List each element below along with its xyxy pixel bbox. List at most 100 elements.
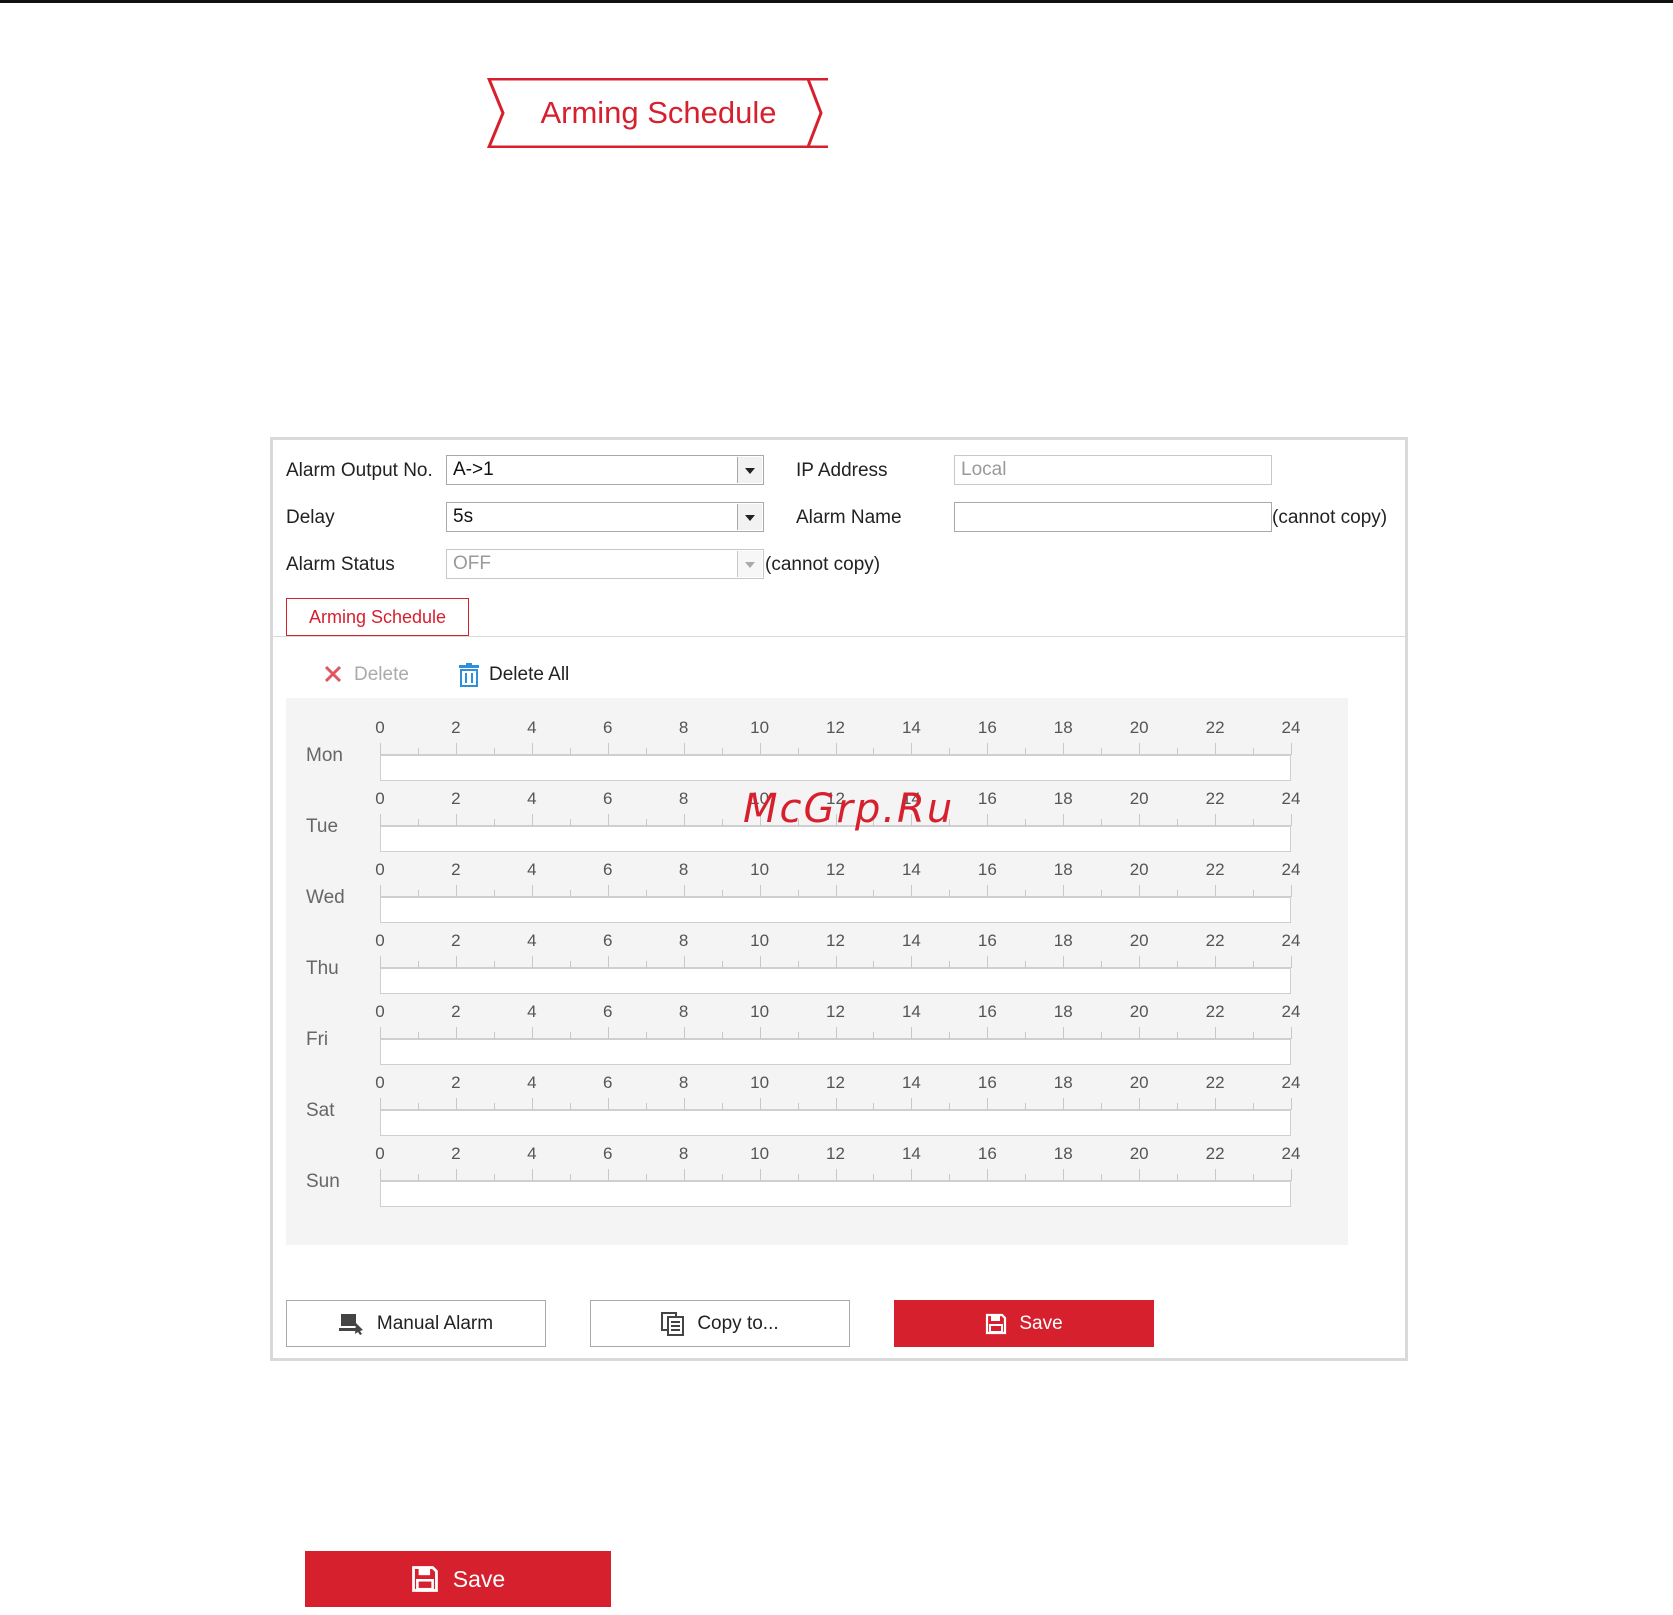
hour-tick-label: 24 [1281,789,1301,808]
hour-tick-label: 20 [1129,860,1149,879]
hour-tick-label: 2 [451,1002,461,1021]
day-label: Fri [306,1029,329,1050]
alarm-name-label: Alarm Name [796,507,902,528]
hour-tick-label: 4 [527,931,537,950]
hour-tick [759,1027,761,1039]
alarm-output-no-select[interactable]: A->1 [446,455,764,485]
copy-to-button[interactable]: Copy to... [590,1300,850,1347]
hour-tick-label: 8 [678,1002,689,1021]
hour-tick-label: 10 [750,1002,770,1021]
hour-tick-label: 4 [527,1073,537,1092]
hour-tick [1139,814,1141,826]
hour-tick [835,1027,837,1039]
hour-tick-label: 14 [901,931,921,950]
hour-tick [493,1103,495,1110]
hour-tick [1139,1098,1141,1110]
bottom-save-button[interactable]: Save [305,1551,611,1607]
hour-tick-label: 8 [678,1073,689,1092]
hour-tick-label: 6 [603,718,613,737]
hour-tick-label: 24 [1281,1002,1301,1021]
hour-tick [1253,890,1255,897]
hour-tick [1025,819,1027,826]
hour-tick-label: 18 [1053,1144,1073,1163]
alarm-name-field[interactable] [954,502,1272,532]
hour-tick [1063,1098,1065,1110]
hour-tick [569,819,571,826]
hour-tick [797,961,799,968]
hour-tick [797,890,799,897]
hour-tick-label: 22 [1205,1002,1225,1021]
save-button[interactable]: Save [894,1300,1154,1347]
hour-tick [1101,1174,1103,1181]
hour-tick [721,819,723,826]
alarm-output-no-value: A->1 [453,459,494,480]
hour-tick [1215,743,1217,755]
hour-tick-label: 24 [1281,860,1301,879]
day-time-bar[interactable] [380,897,1291,923]
hour-tick [1025,748,1027,755]
time-ruler [380,885,1292,933]
manual-alarm-button[interactable]: Manual Alarm [286,1300,546,1347]
banner-title: Arming Schedule [540,95,777,130]
hour-tick-label: 0 [375,1002,385,1021]
close-icon [324,665,342,683]
delete-button[interactable]: Delete [322,662,422,688]
hour-tick [569,1174,571,1181]
day-time-bar[interactable] [380,968,1291,994]
hour-tick [797,1174,799,1181]
hour-tick [987,956,989,968]
day-time-bar[interactable] [380,1039,1291,1065]
hour-tick [1025,1103,1027,1110]
tab-arming-schedule[interactable]: Arming Schedule [286,598,469,636]
copy-icon [661,1311,685,1336]
day-label: Sun [306,1171,340,1192]
hour-tick [569,1032,571,1039]
manual-alarm-label: Manual Alarm [376,1312,494,1334]
hour-tick-label: 14 [901,1002,921,1021]
hour-tick [949,961,951,968]
hour-tick-label: 2 [451,718,461,737]
hour-tick [417,748,419,755]
chevron-down-icon[interactable] [737,504,762,530]
hour-tick-label: 0 [375,1144,385,1163]
hour-tick [1101,890,1103,897]
hour-tick-label: 22 [1205,789,1225,808]
day-label: Mon [306,745,343,766]
hour-tick-label: 12 [826,1144,845,1163]
hour-tick [455,814,457,826]
hour-tick-label: 4 [527,1002,537,1021]
hour-tick [835,743,837,755]
time-ruler [380,1098,1292,1146]
hour-tick [987,743,989,755]
hour-tick [1253,1103,1255,1110]
hour-tick [721,1174,723,1181]
hour-tick [531,885,533,897]
hour-tick-label: 4 [527,1144,537,1163]
hour-tick [1139,885,1141,897]
hour-tick [607,743,609,755]
hour-tick [949,890,951,897]
time-ruler [380,743,1292,791]
hour-tick-label: 20 [1129,931,1149,950]
hour-tick-label: 12 [826,718,845,737]
hour-tick [987,1027,989,1039]
day-time-bar[interactable] [380,755,1291,781]
hour-tick [797,1032,799,1039]
schedule-row-mon: Mon 0 2 4 6 8 10 12 14 16 18 20 22 24 [286,718,1348,788]
day-time-bar[interactable] [380,1110,1291,1136]
hour-tick-label: 16 [977,1144,997,1163]
delete-all-button[interactable]: Delete All [457,662,587,688]
hour-tick [569,1103,571,1110]
hour-tick [835,956,837,968]
hour-tick-label: 22 [1205,931,1225,950]
hour-tick [873,961,875,968]
hour-tick [531,743,533,755]
copy-to-label: Copy to... [697,1312,779,1334]
hour-tick [645,890,647,897]
chevron-down-icon[interactable] [737,457,762,483]
delay-select[interactable]: 5s [446,502,764,532]
hour-tick-label: 16 [977,860,997,879]
day-time-bar[interactable] [380,1181,1291,1207]
hour-tick-label: 2 [451,860,461,879]
top-rule [0,0,1673,3]
